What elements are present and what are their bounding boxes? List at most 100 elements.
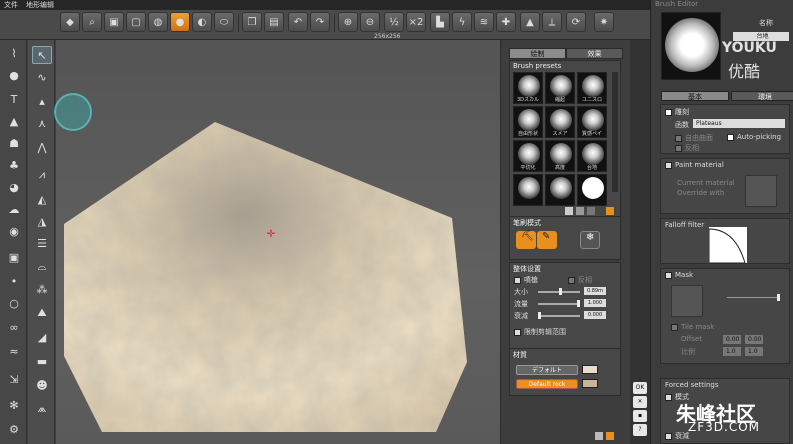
add-noise-button[interactable]: ✚ bbox=[496, 12, 516, 32]
mask-swatch[interactable] bbox=[671, 285, 703, 317]
save-preset-icon[interactable] bbox=[565, 207, 573, 215]
tool-circle[interactable]: ○ bbox=[4, 294, 24, 312]
mask-toggle[interactable]: Mask bbox=[665, 271, 693, 279]
color-terrain-button[interactable]: ▲ bbox=[520, 12, 540, 32]
brush-tool-pinch[interactable]: ⋏ bbox=[32, 114, 52, 132]
brush-tool-peak[interactable]: ⋀ bbox=[32, 138, 52, 156]
terrain-view-button[interactable]: ◆ bbox=[60, 12, 80, 32]
split-button[interactable]: ⟂ bbox=[542, 12, 562, 32]
tool-cloud[interactable]: ☁ bbox=[4, 200, 24, 218]
paint-material-toggle[interactable]: Paint material bbox=[665, 161, 724, 169]
tool-sphere[interactable]: ● bbox=[4, 66, 24, 84]
redo-button[interactable]: ↷ bbox=[310, 12, 330, 32]
histogram-button[interactable]: ▙ bbox=[430, 12, 450, 32]
help-button[interactable]: ? bbox=[633, 424, 647, 436]
falloff-value[interactable]: 0.000 bbox=[584, 311, 606, 319]
falloff-slider[interactable] bbox=[538, 312, 580, 319]
grid-sphere-button[interactable]: ◍ bbox=[148, 12, 168, 32]
brush-tool-terrace[interactable]: ☰ bbox=[32, 234, 52, 252]
preset-item[interactable]: 質感ペイ bbox=[577, 106, 607, 138]
limit-clip-toggle[interactable]: 限制剪辑范围 bbox=[514, 327, 566, 337]
plane-button[interactable]: ⬭ bbox=[214, 12, 234, 32]
tool-sculpt[interactable]: ⌇ bbox=[4, 44, 24, 62]
tool-wind[interactable]: ✻ bbox=[4, 396, 24, 414]
flow-slider[interactable] bbox=[538, 300, 580, 307]
carve-toggle[interactable]: 雕刻 bbox=[665, 107, 689, 117]
default-material-button[interactable]: デフォルト bbox=[516, 365, 578, 375]
brush-tool-noise[interactable]: ⁂ bbox=[32, 280, 52, 298]
tab-paint[interactable]: 绘制 bbox=[509, 48, 566, 59]
ok-button[interactable]: OK bbox=[633, 382, 647, 394]
airbrush-toggle[interactable]: 噴槍 bbox=[514, 275, 538, 285]
rotate-button[interactable]: ⟳ bbox=[566, 12, 586, 32]
flow-value[interactable]: 1.000 bbox=[584, 299, 606, 307]
scale-x-field[interactable]: 1.0 bbox=[723, 347, 741, 356]
brush-tool-stamp[interactable]: ☻ bbox=[32, 376, 52, 394]
falloff-curve-editor[interactable] bbox=[709, 227, 747, 263]
brush-tool-cliff[interactable]: ◢ bbox=[32, 328, 52, 346]
menu-file[interactable]: 文件 bbox=[4, 0, 18, 10]
terrain-mesh[interactable] bbox=[56, 40, 500, 444]
preset-item[interactable]: 3Dスカル bbox=[513, 72, 543, 104]
preset-item[interactable] bbox=[545, 174, 575, 206]
presets-scrollbar[interactable] bbox=[612, 72, 618, 192]
zoom-out-button[interactable]: ⊖ bbox=[360, 12, 380, 32]
current-material-option[interactable]: Current material bbox=[677, 179, 735, 187]
brush-tool-wave[interactable]: ∿ bbox=[32, 68, 52, 86]
preset-item[interactable]: 平切化 bbox=[513, 140, 543, 172]
preset-item[interactable]: 自由形状 bbox=[513, 106, 543, 138]
tool-text[interactable]: T bbox=[4, 90, 24, 108]
override-with-option[interactable]: Override with bbox=[677, 189, 724, 197]
double-button[interactable]: ×2 bbox=[406, 12, 426, 32]
preset-item[interactable]: 高度 bbox=[545, 140, 575, 172]
override-material-swatch[interactable] bbox=[745, 175, 777, 207]
settings-icon[interactable] bbox=[606, 207, 614, 215]
function-select[interactable]: Plateaus bbox=[693, 119, 785, 128]
curve-button[interactable]: ϟ bbox=[452, 12, 472, 32]
tool-export[interactable]: ⇲ bbox=[4, 370, 24, 388]
textured-sphere-button[interactable]: ◐ bbox=[192, 12, 212, 32]
tool-mountains[interactable]: ▲ bbox=[4, 112, 24, 130]
invert-toggle[interactable]: 反相 bbox=[675, 143, 699, 153]
folder-icon[interactable] bbox=[587, 207, 595, 215]
zoom-view-button[interactable]: ⌕ bbox=[82, 12, 102, 32]
brush-tool-raise[interactable]: ▴ bbox=[32, 92, 52, 110]
preset-item[interactable]: 縮起 bbox=[545, 72, 575, 104]
halve-button[interactable]: ½ bbox=[384, 12, 404, 32]
brush-tool-ridge[interactable]: ⩘ bbox=[32, 166, 52, 184]
tool-wave[interactable]: ≈ bbox=[4, 342, 24, 360]
auto-picking-toggle[interactable]: Auto-picking bbox=[727, 133, 781, 141]
forced-falloff-toggle[interactable]: 衰減 bbox=[665, 431, 689, 441]
preset-item[interactable]: スメア bbox=[545, 106, 575, 138]
delete-preset-icon[interactable] bbox=[576, 207, 584, 215]
options-icon[interactable] bbox=[606, 432, 614, 440]
close-button[interactable]: ✕ bbox=[633, 396, 647, 408]
tool-tree[interactable]: ♣ bbox=[4, 156, 24, 174]
terrain-viewport[interactable]: ✛ bbox=[56, 40, 500, 444]
tool-planet[interactable]: ◉ bbox=[4, 222, 24, 240]
tab-effects[interactable]: 效果 bbox=[566, 48, 623, 59]
tool-dunes[interactable]: ☗ bbox=[4, 134, 24, 152]
preset-item[interactable]: 台地 bbox=[577, 140, 607, 172]
rock-material-swatch[interactable] bbox=[582, 379, 598, 388]
brush-tool-smooth[interactable]: ⌓ bbox=[32, 258, 52, 276]
preset-item[interactable] bbox=[513, 174, 543, 206]
default-material-swatch[interactable] bbox=[582, 365, 598, 374]
mode-snow-button[interactable]: ❄ bbox=[580, 231, 600, 249]
tab-environment[interactable]: 環境 bbox=[731, 91, 793, 101]
tool-dot[interactable]: • bbox=[4, 272, 24, 290]
tool-link[interactable]: ∞ bbox=[4, 318, 24, 336]
tool-cube[interactable]: ▣ bbox=[4, 248, 24, 266]
offset-y-field[interactable]: 0.00 bbox=[745, 335, 763, 344]
scale-y-field[interactable]: 1.0 bbox=[745, 347, 763, 356]
zoom-in-button[interactable]: ⊕ bbox=[338, 12, 358, 32]
paste-button[interactable]: ▤ bbox=[264, 12, 284, 32]
preset-item[interactable]: ユニスロ bbox=[577, 72, 607, 104]
auto-normal-toggle[interactable]: 自由曲面 bbox=[675, 133, 713, 143]
tool-rock[interactable]: ◕ bbox=[4, 178, 24, 196]
mask-slider[interactable] bbox=[727, 294, 780, 301]
brush-tool-select[interactable]: ↖ bbox=[32, 46, 52, 64]
erosion-button[interactable]: ≋ bbox=[474, 12, 494, 32]
brush-tool-sand[interactable]: ⩕ bbox=[32, 400, 52, 418]
preset-item[interactable] bbox=[577, 174, 607, 206]
